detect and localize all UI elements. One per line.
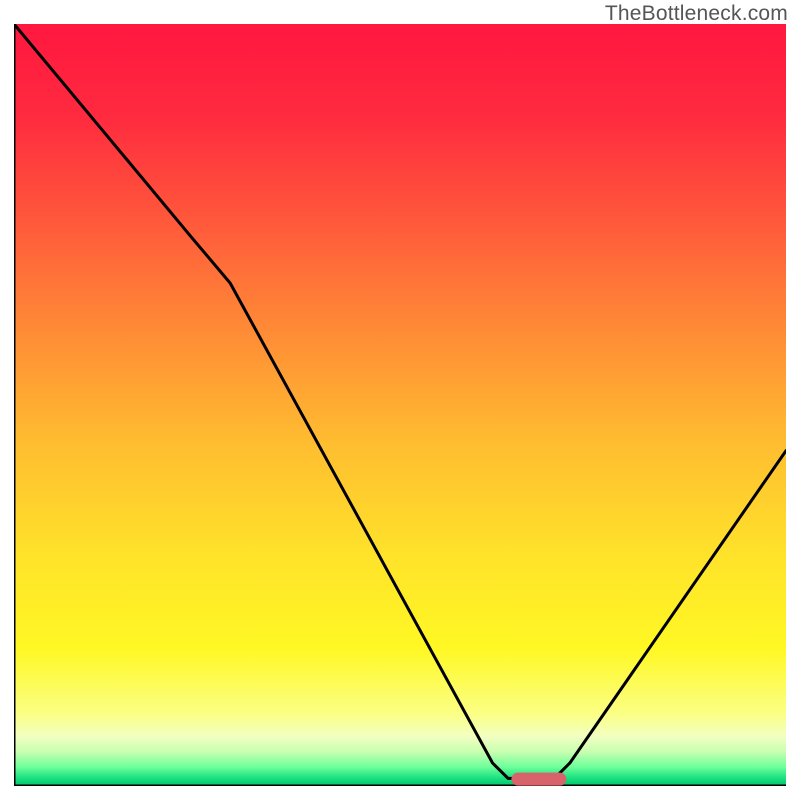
chart-svg <box>14 24 786 786</box>
chart-stage: TheBottleneck.com <box>0 0 800 800</box>
gradient-fill <box>14 24 786 786</box>
bottleneck-chart <box>14 24 786 786</box>
watermark-text: TheBottleneck.com <box>605 2 788 26</box>
minimum-marker <box>512 773 566 785</box>
